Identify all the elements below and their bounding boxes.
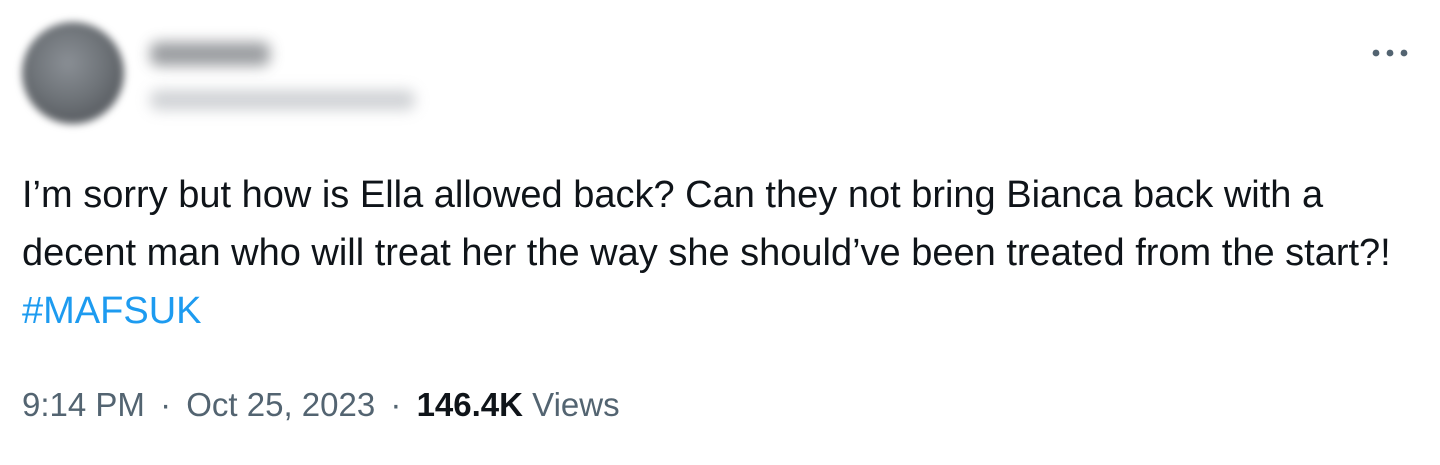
avatar[interactable] (22, 22, 124, 124)
username-redacted[interactable] (150, 90, 415, 110)
hashtag-link[interactable]: #MAFSUK (22, 290, 201, 332)
views-count[interactable]: 146.4K (417, 386, 523, 423)
tweet-text: I’m sorry but how is Ella allowed back? … (22, 166, 1422, 340)
more-options-button[interactable] (1368, 36, 1412, 70)
separator: · (390, 386, 402, 423)
more-horizontal-icon (1370, 48, 1410, 58)
tweet-date[interactable]: Oct 25, 2023 (186, 386, 375, 423)
views-label[interactable]: Views (532, 386, 619, 423)
tweet-card: I’m sorry but how is Ella allowed back? … (0, 0, 1440, 465)
tweet-metadata: 9:14 PM · Oct 25, 2023 · 146.4K Views (22, 383, 620, 427)
tweet-time[interactable]: 9:14 PM (22, 386, 145, 423)
separator: · (160, 386, 172, 423)
display-name-redacted[interactable] (150, 42, 270, 66)
tweet-body: I’m sorry but how is Ella allowed back? … (22, 174, 1391, 274)
